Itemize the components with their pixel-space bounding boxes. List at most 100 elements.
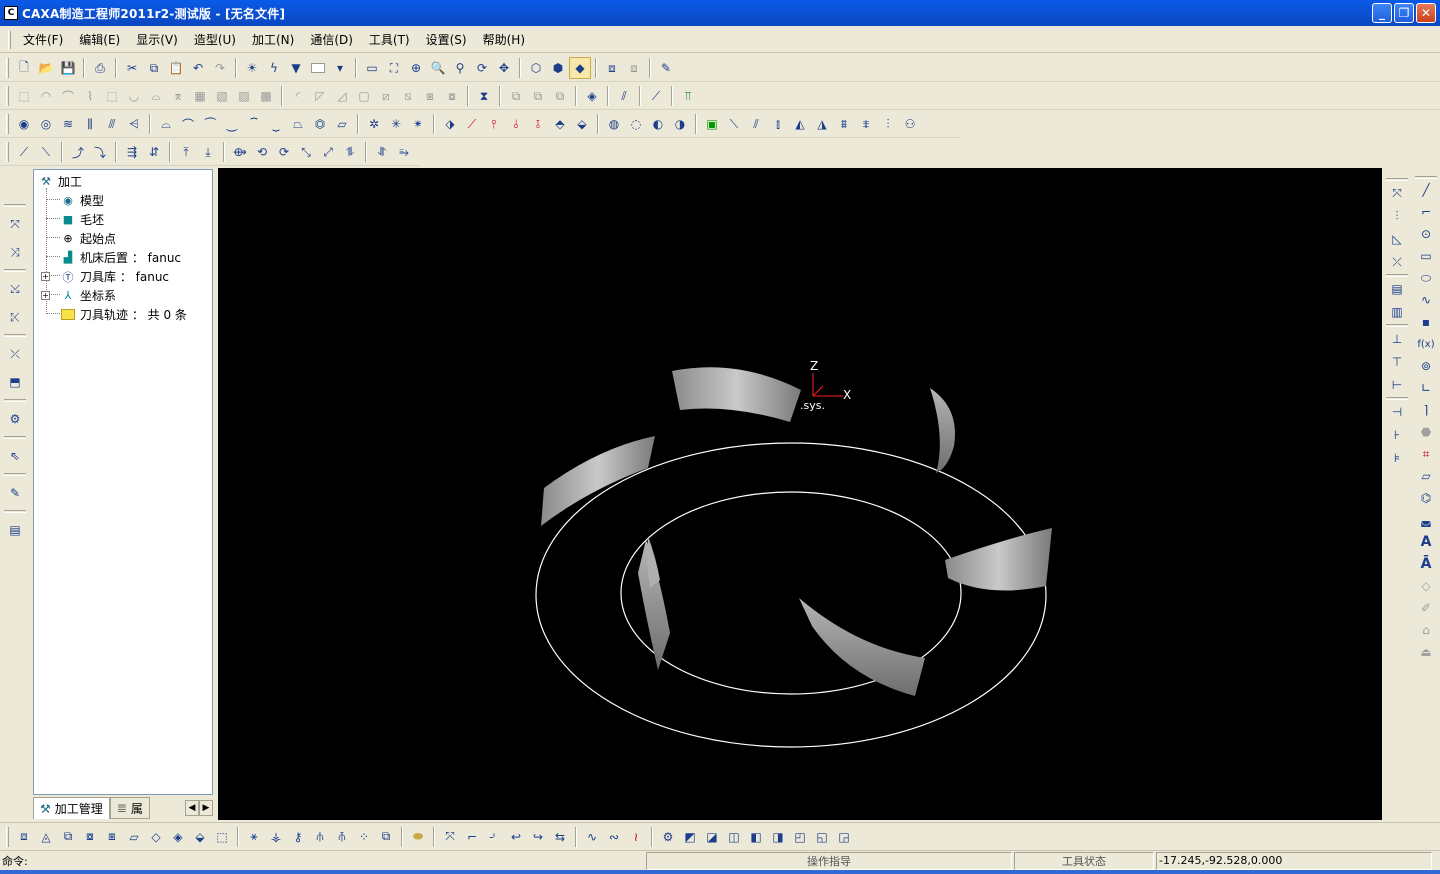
save-icon[interactable]: 💾 — [57, 57, 79, 79]
menu-communication[interactable]: 通信(D) — [302, 29, 361, 51]
engrave-1-icon[interactable]: ⬗ — [439, 113, 461, 135]
rough-plunge-icon[interactable]: ⩤ — [123, 113, 145, 135]
shell2-icon[interactable]: ▢ — [353, 85, 375, 107]
drill-10-icon[interactable]: ⚇ — [899, 113, 921, 135]
traj-2-icon[interactable]: ⟍ — [35, 141, 57, 163]
hide-icon[interactable]: ⧗ — [473, 85, 495, 107]
restore-button[interactable]: ❐ — [1394, 3, 1414, 23]
finish-flow-icon[interactable]: ⏣ — [309, 113, 331, 135]
drill-2-icon[interactable]: ⟍ — [723, 113, 745, 135]
split-icon[interactable]: ⧄ — [375, 85, 397, 107]
boolean-icon[interactable]: ⧉ — [505, 85, 527, 107]
corner-icon[interactable]: ∟ — [1415, 377, 1437, 399]
linear-pattern-icon[interactable]: ⧇ — [441, 85, 463, 107]
rough-line-icon[interactable]: ⫼ — [79, 113, 101, 135]
traj-6-icon[interactable]: ⇵ — [143, 141, 165, 163]
check-icon[interactable]: ⟋ — [645, 85, 667, 107]
blade-top[interactable] — [672, 367, 801, 422]
rib-icon[interactable]: ▨ — [233, 85, 255, 107]
surf-1-icon[interactable]: ⧈ — [13, 826, 35, 848]
tree-root-machining[interactable]: ⚒ 加工 — [38, 172, 82, 191]
spline-icon[interactable]: ∿ — [1415, 289, 1437, 311]
blade-bottom[interactable] — [799, 598, 925, 696]
finish-contour-icon[interactable]: ⌒ — [177, 113, 199, 135]
menu-edit[interactable]: 编辑(E) — [71, 29, 128, 51]
surf-2-icon[interactable]: ◬ — [35, 826, 57, 848]
revolve-icon[interactable]: ◠ — [35, 85, 57, 107]
edit-pen-icon[interactable]: ✐ — [1415, 597, 1437, 619]
finish-cone-icon[interactable]: ⏝ — [221, 113, 243, 135]
surf-4-icon[interactable]: ⧇ — [79, 826, 101, 848]
xform-4-icon[interactable]: ⫛ — [309, 826, 331, 848]
expand-coordinate-system[interactable]: + — [41, 291, 50, 300]
geometry-icon[interactable]: ⬒ — [4, 371, 26, 393]
traj-16-icon[interactable]: ⥱ — [393, 141, 415, 163]
command-prompt[interactable]: 命令: — [0, 852, 644, 870]
pocket-3-icon[interactable]: ◐ — [647, 113, 669, 135]
curve-trim-icon[interactable]: ⤨ — [4, 241, 26, 263]
finish-shallow-icon[interactable]: ⏜ — [199, 113, 221, 135]
chamfer-icon[interactable]: ◸ — [309, 85, 331, 107]
drill-6-icon[interactable]: ◮ — [811, 113, 833, 135]
menu-help[interactable]: 帮助(H) — [475, 29, 533, 51]
feature-9-icon[interactable]: ◲ — [833, 826, 855, 848]
traj-14-icon[interactable]: ⥮ — [339, 141, 361, 163]
light-icon[interactable]: ☀ — [241, 57, 263, 79]
color-palette-icon[interactable]: ▤ — [4, 519, 26, 541]
zoom-in-icon[interactable]: 🔍 — [427, 57, 449, 79]
rough-area-icon[interactable]: ◉ — [13, 113, 35, 135]
finish-3d-icon[interactable]: ⏥ — [331, 113, 353, 135]
eraser-tool-icon[interactable]: ⬬ — [407, 826, 429, 848]
curve-edit-icon[interactable]: ⤧ — [4, 213, 26, 235]
engrave-7-icon[interactable]: ⬙ — [571, 113, 593, 135]
surf-9-icon[interactable]: ⬙ — [189, 826, 211, 848]
dim-9-icon[interactable]: ⊢ — [1386, 374, 1408, 396]
xform-2-icon[interactable]: ⚶ — [265, 826, 287, 848]
curve-tool-3-icon[interactable]: ⌏ — [483, 826, 505, 848]
menu-settings[interactable]: 设置(S) — [418, 29, 475, 51]
export-icon[interactable]: ⏏ — [1415, 641, 1437, 663]
dim-7-icon[interactable]: ⊥ — [1386, 328, 1408, 350]
feature-6-icon[interactable]: ◨ — [767, 826, 789, 848]
outer-circle[interactable] — [535, 442, 1047, 748]
engrave-2-icon[interactable]: ⟋ — [461, 113, 483, 135]
surf-7-icon[interactable]: ◇ — [145, 826, 167, 848]
rectangle-icon[interactable]: ▭ — [1415, 245, 1437, 267]
finish-surface-icon[interactable]: ⏞ — [243, 113, 265, 135]
circle-icon[interactable]: ⊙ — [1415, 223, 1437, 245]
xform-3-icon[interactable]: ⚷ — [287, 826, 309, 848]
curve-tool-5-icon[interactable]: ↪ — [527, 826, 549, 848]
curve-tool-1-icon[interactable]: ⤧ — [439, 826, 461, 848]
layer-off-icon[interactable]: ⧈ — [623, 57, 645, 79]
draft-icon[interactable]: ◿ — [331, 85, 353, 107]
surf-5-icon[interactable]: ⧆ — [101, 826, 123, 848]
tree-item-start-point[interactable]: ⊕ 起始点 — [60, 229, 116, 248]
sketch-pencil-icon[interactable]: ✎ — [4, 482, 26, 504]
polyline-icon[interactable]: ⌐ — [1415, 201, 1437, 223]
feature-8-icon[interactable]: ◱ — [811, 826, 833, 848]
hatch-icon[interactable]: ⫽ — [613, 85, 635, 107]
surface-4-icon[interactable]: ⌬ — [1415, 487, 1437, 509]
zoom-dynamic-icon[interactable]: ⚲ — [449, 57, 471, 79]
cut-icon[interactable]: ✂ — [121, 57, 143, 79]
drill-8-icon[interactable]: ⩨ — [855, 113, 877, 135]
scale-icon[interactable]: ⧆ — [419, 85, 441, 107]
multiaxis-1-icon[interactable]: ✲ — [363, 113, 385, 135]
multiaxis-3-icon[interactable]: ✴ — [407, 113, 429, 135]
traj-3-icon[interactable]: ⤴ — [67, 141, 89, 163]
hidden-line-icon[interactable]: ⬢ — [547, 57, 569, 79]
blade-left[interactable] — [541, 436, 655, 526]
dim-11-icon[interactable]: ⊦ — [1386, 424, 1408, 446]
ellipse-icon[interactable]: ⬭ — [1415, 267, 1437, 289]
paste-icon[interactable]: 📋 — [165, 57, 187, 79]
menu-tools[interactable]: 工具(T) — [361, 29, 418, 51]
menu-machining[interactable]: 加工(N) — [244, 29, 302, 51]
multiaxis-2-icon[interactable]: ✳ — [385, 113, 407, 135]
dim-8-icon[interactable]: ⊤ — [1386, 351, 1408, 373]
dim-10-icon[interactable]: ⊣ — [1386, 401, 1408, 423]
dim-3-icon[interactable]: ◺ — [1386, 228, 1408, 250]
window-icon[interactable]: ▭ — [361, 57, 383, 79]
rough-pocket-icon[interactable]: ◎ — [35, 113, 57, 135]
finish-boss-icon[interactable]: ⏢ — [287, 113, 309, 135]
probe-icon[interactable]: ✎ — [655, 57, 677, 79]
